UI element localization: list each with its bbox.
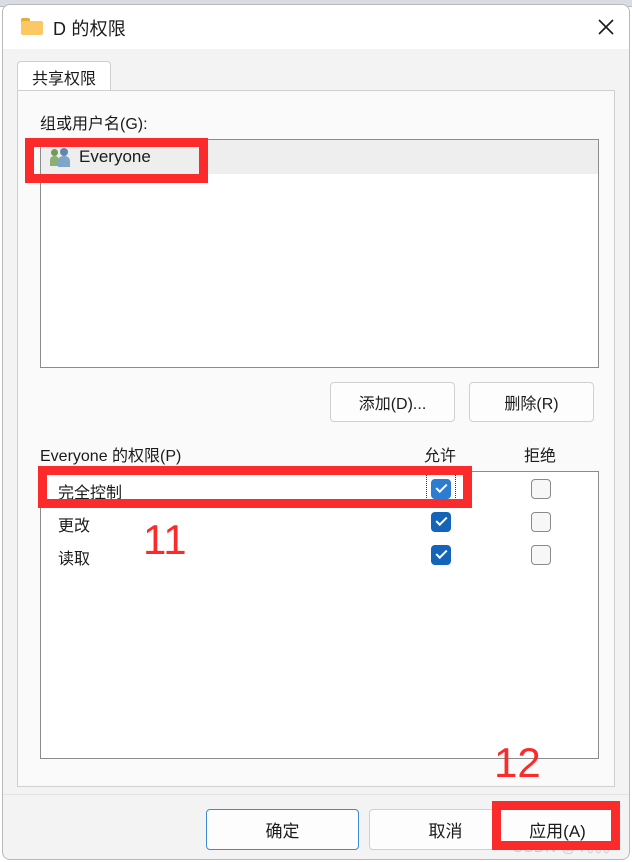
groups-label: 组或用户名(G): <box>40 116 148 133</box>
groups-listbox[interactable]: Everyone <box>40 139 599 368</box>
list-item-everyone[interactable]: Everyone <box>41 140 598 174</box>
remove-button-label: 删除(R) <box>504 396 559 413</box>
allow-checkbox-change[interactable] <box>431 512 451 532</box>
ok-button-label: 确定 <box>265 822 300 841</box>
column-header-deny: 拒绝 <box>523 448 556 465</box>
tab-label: 共享权限 <box>32 70 97 88</box>
column-header-allow: 允许 <box>423 448 456 465</box>
apply-button-label: 应用(A) <box>529 822 586 841</box>
footer-divider <box>3 794 629 795</box>
allow-checkbox-full-control[interactable] <box>431 479 451 499</box>
permissions-listbox[interactable]: 完全控制 更改 读取 <box>40 471 599 759</box>
permission-name: 更改 <box>58 518 91 535</box>
add-button-label: 添加(D)... <box>358 396 427 413</box>
users-group-icon <box>50 147 72 167</box>
add-button[interactable]: 添加(D)... <box>330 382 455 422</box>
tab-strip: 共享权限 <box>3 49 629 91</box>
permission-name: 读取 <box>58 551 91 568</box>
table-row[interactable]: 读取 <box>41 538 598 571</box>
deny-checkbox-read[interactable] <box>531 545 551 565</box>
cancel-button-label: 取消 <box>428 822 463 841</box>
checkmark-icon <box>435 480 448 494</box>
table-row[interactable]: 完全控制 <box>41 472 598 505</box>
table-row[interactable]: 更改 <box>41 505 598 538</box>
permission-name: 完全控制 <box>58 485 123 502</box>
tab-page-share-permissions: 组或用户名(G): Everyone 添加(D)... 删除(R) Everyo… <box>17 90 615 787</box>
checkmark-icon <box>435 513 448 527</box>
title-bar: D 的权限 <box>3 5 629 49</box>
apply-button[interactable]: 应用(A) <box>498 809 617 850</box>
remove-button[interactable]: 删除(R) <box>469 382 594 422</box>
deny-checkbox-full-control[interactable] <box>531 479 551 499</box>
permissions-dialog: D 的权限 共享权限 组或用户名(G): Everyone 添加(D)... 删… <box>2 4 630 860</box>
allow-checkbox-read[interactable] <box>431 545 451 565</box>
permissions-label: Everyone 的权限(P) <box>40 448 182 465</box>
window-title: D 的权限 <box>53 19 126 39</box>
ok-button[interactable]: 确定 <box>206 809 359 850</box>
tab-share-permissions[interactable]: 共享权限 <box>17 61 112 91</box>
folder-icon <box>21 18 43 35</box>
close-icon[interactable] <box>583 5 629 49</box>
checkmark-icon <box>435 546 448 560</box>
deny-checkbox-change[interactable] <box>531 512 551 532</box>
list-item-label: Everyone <box>79 147 151 166</box>
